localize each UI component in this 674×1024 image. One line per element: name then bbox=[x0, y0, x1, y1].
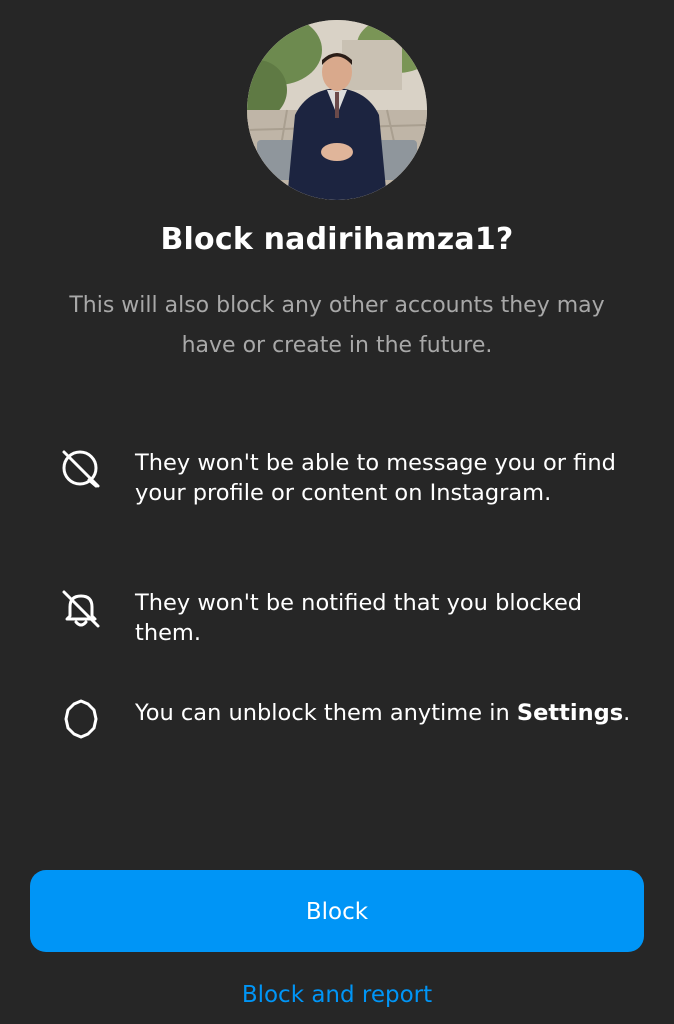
block-button[interactable]: Block bbox=[30, 870, 644, 952]
info-text-unblock: You can unblock them anytime in Settings… bbox=[135, 698, 635, 728]
dialog-subtitle: This will also block any other accounts … bbox=[69, 293, 605, 358]
info-text-notification: They won't be notified that you blocked … bbox=[135, 590, 583, 646]
block-and-report-button[interactable]: Block and report bbox=[0, 982, 674, 1008]
dialog-title: Block nadirihamza1? bbox=[160, 222, 514, 257]
avatar bbox=[247, 20, 427, 200]
block-dialog: Block nadirihamza1? This will also block… bbox=[0, 0, 674, 1024]
settings-gear-icon bbox=[58, 696, 104, 742]
settings-link-text[interactable]: Settings bbox=[517, 700, 623, 726]
info-text-messaging: They won't be able to message you or fin… bbox=[135, 450, 616, 506]
unblock-text-suffix: . bbox=[623, 700, 631, 726]
message-blocked-icon bbox=[58, 446, 104, 492]
unblock-text-prefix: You can unblock them anytime in bbox=[135, 700, 517, 726]
notification-off-icon bbox=[58, 586, 104, 632]
profile-photo bbox=[247, 20, 427, 200]
